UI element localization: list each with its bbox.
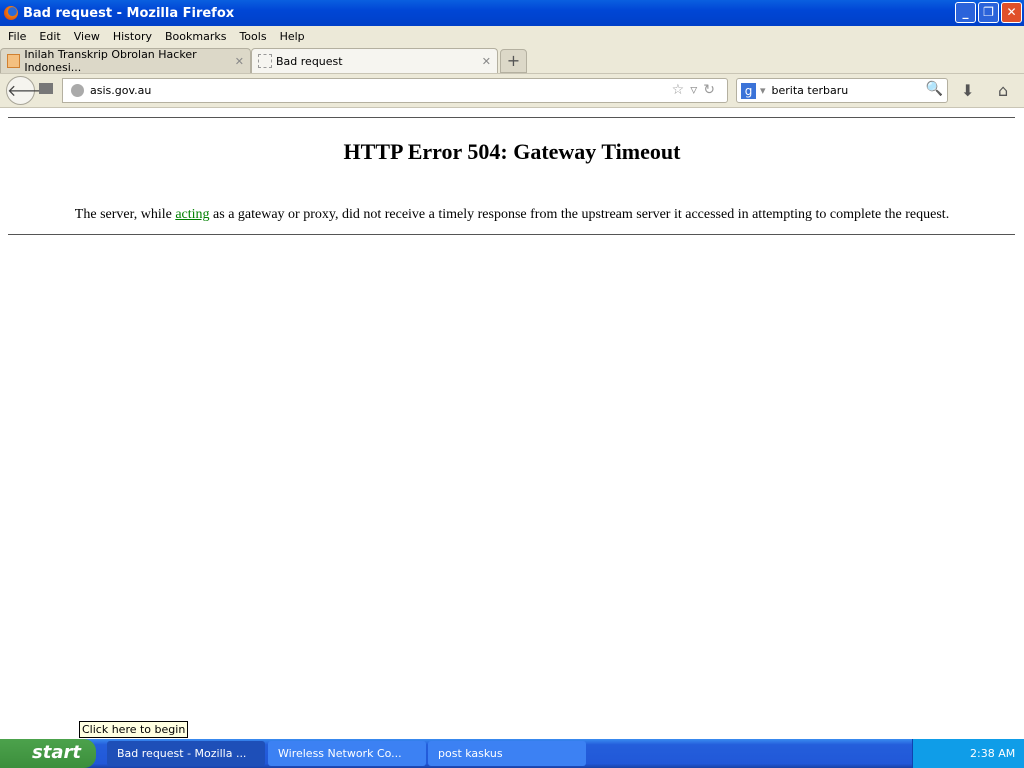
reload-icon[interactable]: ↻ (703, 82, 721, 98)
url-text[interactable]: asis.gov.au (90, 84, 151, 97)
globe-icon (71, 84, 84, 97)
menu-history[interactable]: History (113, 30, 152, 43)
menu-bookmarks[interactable]: Bookmarks (165, 30, 226, 43)
minimize-button[interactable]: _ (955, 2, 976, 23)
tab-inilah[interactable]: Inilah Transkrip Obrolan Hacker Indonesi… (0, 48, 251, 74)
task-firefox[interactable]: Bad request - Mozilla ... (107, 741, 265, 766)
bookmark-star-icon[interactable]: ☆ (672, 82, 691, 98)
menu-view[interactable]: View (74, 30, 100, 43)
task-wireless[interactable]: Wireless Network Co... (268, 741, 426, 766)
title-bar: Bad request - Mozilla Firefox _ ❐ ✕ (0, 0, 1024, 26)
clock: 2:38 AM (970, 747, 1016, 760)
taskbar: start Bad request - Mozilla ... Wireless… (0, 739, 1024, 768)
close-tab-icon[interactable]: ✕ (482, 55, 491, 68)
tab-groups-icon[interactable] (39, 83, 53, 94)
favicon-icon (7, 54, 21, 68)
page-title: HTTP Error 504: Gateway Timeout (343, 139, 681, 164)
task-post-kaskus[interactable]: post kaskus (428, 741, 586, 766)
divider (8, 234, 1015, 235)
page-content: HTTP Error 504: Gateway Timeout The serv… (0, 109, 1024, 739)
firefox-icon (4, 6, 18, 20)
error-message: The server, while acting as a gateway or… (74, 207, 950, 222)
menu-tools[interactable]: Tools (239, 30, 266, 43)
blank-page-icon (258, 54, 272, 68)
new-tab-button[interactable]: + (500, 49, 527, 73)
menu-edit[interactable]: Edit (39, 30, 60, 43)
tab-label: Bad request (276, 54, 343, 68)
close-button[interactable]: ✕ (1001, 2, 1022, 23)
divider (8, 117, 1015, 118)
download-icon[interactable]: ⬇ (961, 81, 974, 100)
start-button[interactable]: start (0, 739, 96, 768)
navigation-toolbar: 🡐 asis.gov.au ☆▿↻ g ▾ berita terbaru 🔍 ⬇… (0, 73, 1024, 108)
system-tray: 2:38 AM (912, 739, 1024, 768)
restore-button[interactable]: ❐ (978, 2, 999, 23)
search-box[interactable]: g ▾ berita terbaru 🔍 (736, 78, 948, 103)
google-icon[interactable]: g (741, 82, 756, 99)
dropdown-icon[interactable]: ▿ (690, 82, 703, 98)
search-icon[interactable]: 🔍 (926, 81, 943, 97)
acting-link[interactable]: acting (175, 207, 209, 222)
tab-bad-request[interactable]: Bad request ✕ (251, 48, 498, 73)
tab-bar: Inilah Transkrip Obrolan Hacker Indonesi… (0, 46, 1024, 74)
back-button[interactable]: 🡐 (6, 76, 50, 105)
search-input[interactable]: berita terbaru (772, 84, 849, 97)
chevron-down-icon[interactable]: ▾ (760, 84, 766, 97)
close-tab-icon[interactable]: ✕ (235, 55, 244, 68)
tab-label: Inilah Transkrip Obrolan Hacker Indonesi… (24, 48, 197, 74)
menu-bar: File Edit View History Bookmarks Tools H… (0, 26, 1024, 46)
start-tooltip: Click here to begin (79, 721, 189, 738)
window-title: Bad request - Mozilla Firefox (23, 5, 235, 21)
url-bar[interactable]: asis.gov.au ☆▿↻ (62, 78, 728, 103)
menu-file[interactable]: File (8, 30, 26, 43)
home-icon[interactable]: ⌂ (998, 81, 1008, 100)
menu-help[interactable]: Help (280, 30, 305, 43)
